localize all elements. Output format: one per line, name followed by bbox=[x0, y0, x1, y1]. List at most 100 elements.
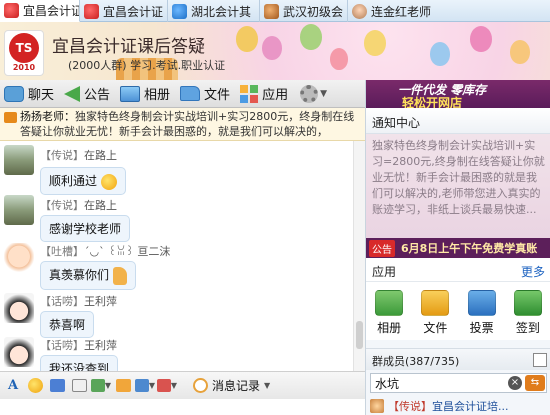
image-button[interactable]: ▼ bbox=[91, 377, 111, 395]
gift-icon bbox=[157, 379, 171, 392]
image-icon bbox=[91, 379, 105, 392]
emoji-button[interactable] bbox=[25, 377, 45, 395]
clock-icon bbox=[193, 378, 208, 393]
apps-grid-icon bbox=[240, 84, 259, 103]
group-avatar[interactable]: TS 2010 bbox=[4, 30, 44, 76]
balloon-decoration bbox=[330, 48, 348, 70]
conversation-tabs: 宜昌会计证 宜昌会计证 × 湖北会计其 武汉初级会 连金红老师 bbox=[0, 0, 550, 22]
group-title: 宜昌会计证课后答疑 bbox=[52, 37, 205, 57]
balloon-decoration bbox=[430, 42, 450, 66]
group-logo-icon bbox=[84, 3, 99, 19]
tab-label: 连金红老师 bbox=[371, 4, 432, 19]
balloon-decoration bbox=[470, 26, 492, 52]
notice-label: 公告 bbox=[84, 88, 111, 103]
group-announcement[interactable]: 扬扬老师：独家特色终身制会计实战培训+实习2800元，终身制在线答疑让你就业无忧… bbox=[0, 108, 365, 141]
tab-3[interactable]: 湖北会计其 bbox=[168, 0, 260, 22]
group-subtitle: (2000人群) 学习.考试.职业认证 bbox=[68, 59, 226, 72]
avatar bbox=[370, 399, 384, 413]
notice-ticker-text: 6月8日上午下午免费学真账 bbox=[401, 242, 538, 255]
chat-history[interactable]: 【传说】在路上 顺利通过 【传说】在路上 感谢学校老师 【吐槽】ˊ◡ˋ ꒰ꈍ꒱ … bbox=[0, 141, 365, 371]
message-bubble: 顺利通过 bbox=[40, 167, 127, 195]
gift-button[interactable]: ▼ bbox=[157, 377, 177, 395]
thumbs-up-icon bbox=[113, 266, 128, 285]
settings-gear-icon[interactable] bbox=[300, 84, 319, 103]
notice-center-body[interactable]: 独家特色终身制会计实战培训+实习=2800元,终身制在线答疑让你就业无忧！新手会… bbox=[366, 134, 550, 238]
font-button[interactable]: A bbox=[3, 377, 23, 395]
edit-button[interactable] bbox=[69, 377, 89, 395]
avatar[interactable] bbox=[4, 293, 34, 323]
group-logo: TS bbox=[9, 33, 39, 63]
chat-scrollbar[interactable] bbox=[353, 141, 365, 371]
tab-label: 宜昌会计证 bbox=[103, 4, 164, 19]
tab-label: 湖北会计其 bbox=[191, 4, 252, 19]
tab-5[interactable]: 连金红老师 bbox=[348, 0, 550, 22]
avatar[interactable] bbox=[4, 243, 34, 273]
app-checkin[interactable]: 签到 bbox=[508, 290, 548, 340]
tab-1[interactable]: 宜昌会计证 bbox=[0, 0, 80, 22]
clear-search-icon[interactable]: × bbox=[508, 376, 522, 390]
screenshot-icon bbox=[135, 379, 149, 392]
ad-banner[interactable]: 一件代发 零库存 轻松开网店 bbox=[366, 80, 550, 110]
right-panel: 一件代发 零库存 轻松开网店 通知中心 独家特色终身制会计实战培训+实习=280… bbox=[365, 80, 550, 415]
group-logo-year: 2010 bbox=[12, 63, 36, 72]
tab-label: 武汉初级会 bbox=[283, 4, 344, 19]
search-go-icon[interactable]: ⇆ bbox=[525, 375, 545, 391]
balloon-decoration bbox=[262, 36, 282, 60]
apps-label: 应用 bbox=[262, 88, 289, 103]
chat-button[interactable]: 聊天 bbox=[0, 80, 60, 108]
message-bubble: 真羡慕你们 bbox=[40, 261, 137, 290]
files-button[interactable]: 文件 bbox=[176, 80, 236, 108]
magic-hat-icon bbox=[49, 379, 65, 392]
sender-name: 【吐槽】ˊ◡ˋ ꒰ꈍ꒱ 亘二沫 bbox=[40, 245, 171, 258]
megaphone-icon bbox=[64, 85, 81, 102]
notice-ticker[interactable]: 公告 6月8日上午下午免费学真账 bbox=[366, 238, 550, 258]
group-icon bbox=[264, 3, 279, 19]
avatar[interactable] bbox=[4, 337, 34, 367]
chevron-down-icon[interactable]: ▼ bbox=[320, 89, 327, 99]
sender-name: 【传说】在路上 bbox=[40, 199, 117, 212]
avatar-icon bbox=[352, 3, 367, 19]
tab-2[interactable]: 宜昌会计证 × bbox=[80, 0, 168, 22]
message-bubble: 感谢学校老师 bbox=[40, 215, 131, 242]
screenshot-button[interactable]: ▼ bbox=[135, 377, 155, 395]
photo-icon bbox=[375, 290, 404, 316]
message-bubble: 我还没查到 bbox=[40, 355, 119, 371]
album-button[interactable]: 相册 bbox=[116, 80, 176, 108]
sender-name: 【话唠】王利萍 bbox=[40, 339, 117, 352]
magic-emoji-button[interactable] bbox=[47, 377, 67, 395]
tab-4[interactable]: 武汉初级会 bbox=[260, 0, 348, 22]
app-album[interactable]: 相册 bbox=[369, 290, 409, 340]
tab-label: 宜昌会计证 bbox=[23, 4, 80, 18]
message-input[interactable] bbox=[0, 399, 365, 415]
message-history-button[interactable]: 消息记录 ▼ bbox=[193, 377, 270, 394]
checkin-icon bbox=[513, 290, 542, 316]
music-note-icon bbox=[115, 379, 131, 392]
balloon-decoration bbox=[510, 40, 530, 64]
app-vote[interactable]: 投票 bbox=[462, 290, 502, 340]
avatar[interactable] bbox=[4, 145, 34, 175]
folder-icon bbox=[180, 86, 201, 101]
notice-button[interactable]: 公告 bbox=[60, 80, 116, 108]
announcement-speaker: 扬扬老师： bbox=[20, 110, 75, 123]
album-label: 相册 bbox=[144, 88, 171, 103]
apps-header: 应用 更多 bbox=[366, 258, 550, 282]
app-files[interactable]: 文件 bbox=[415, 290, 455, 340]
member-count: 群成员(387/735) bbox=[366, 348, 550, 370]
member-name: 宜昌会计证培... bbox=[432, 400, 509, 413]
files-label: 文件 bbox=[204, 88, 231, 103]
avatar[interactable] bbox=[4, 195, 34, 225]
apps-grid: 相册 文件 投票 签到 bbox=[366, 282, 550, 340]
member-list-toggle-icon[interactable] bbox=[533, 353, 547, 367]
apps-more-link[interactable]: 更多 bbox=[521, 263, 545, 279]
notice-center-title: 通知中心 bbox=[366, 108, 550, 134]
balloon-decoration bbox=[236, 26, 258, 52]
member-search-input[interactable]: 水坑 × ⇆ bbox=[370, 373, 547, 393]
photo-icon bbox=[120, 85, 141, 102]
apps-button[interactable]: 应用 bbox=[236, 80, 294, 108]
group-toolbar: 聊天 公告 相册 文件 应用 ▼ bbox=[0, 80, 365, 108]
chat-icon bbox=[4, 85, 24, 102]
scrollbar-thumb[interactable] bbox=[356, 321, 363, 349]
grin-emoji-icon bbox=[101, 173, 118, 190]
member-list-item[interactable]: 【传说】 宜昌会计证培... bbox=[370, 397, 548, 415]
music-button[interactable] bbox=[113, 377, 133, 395]
